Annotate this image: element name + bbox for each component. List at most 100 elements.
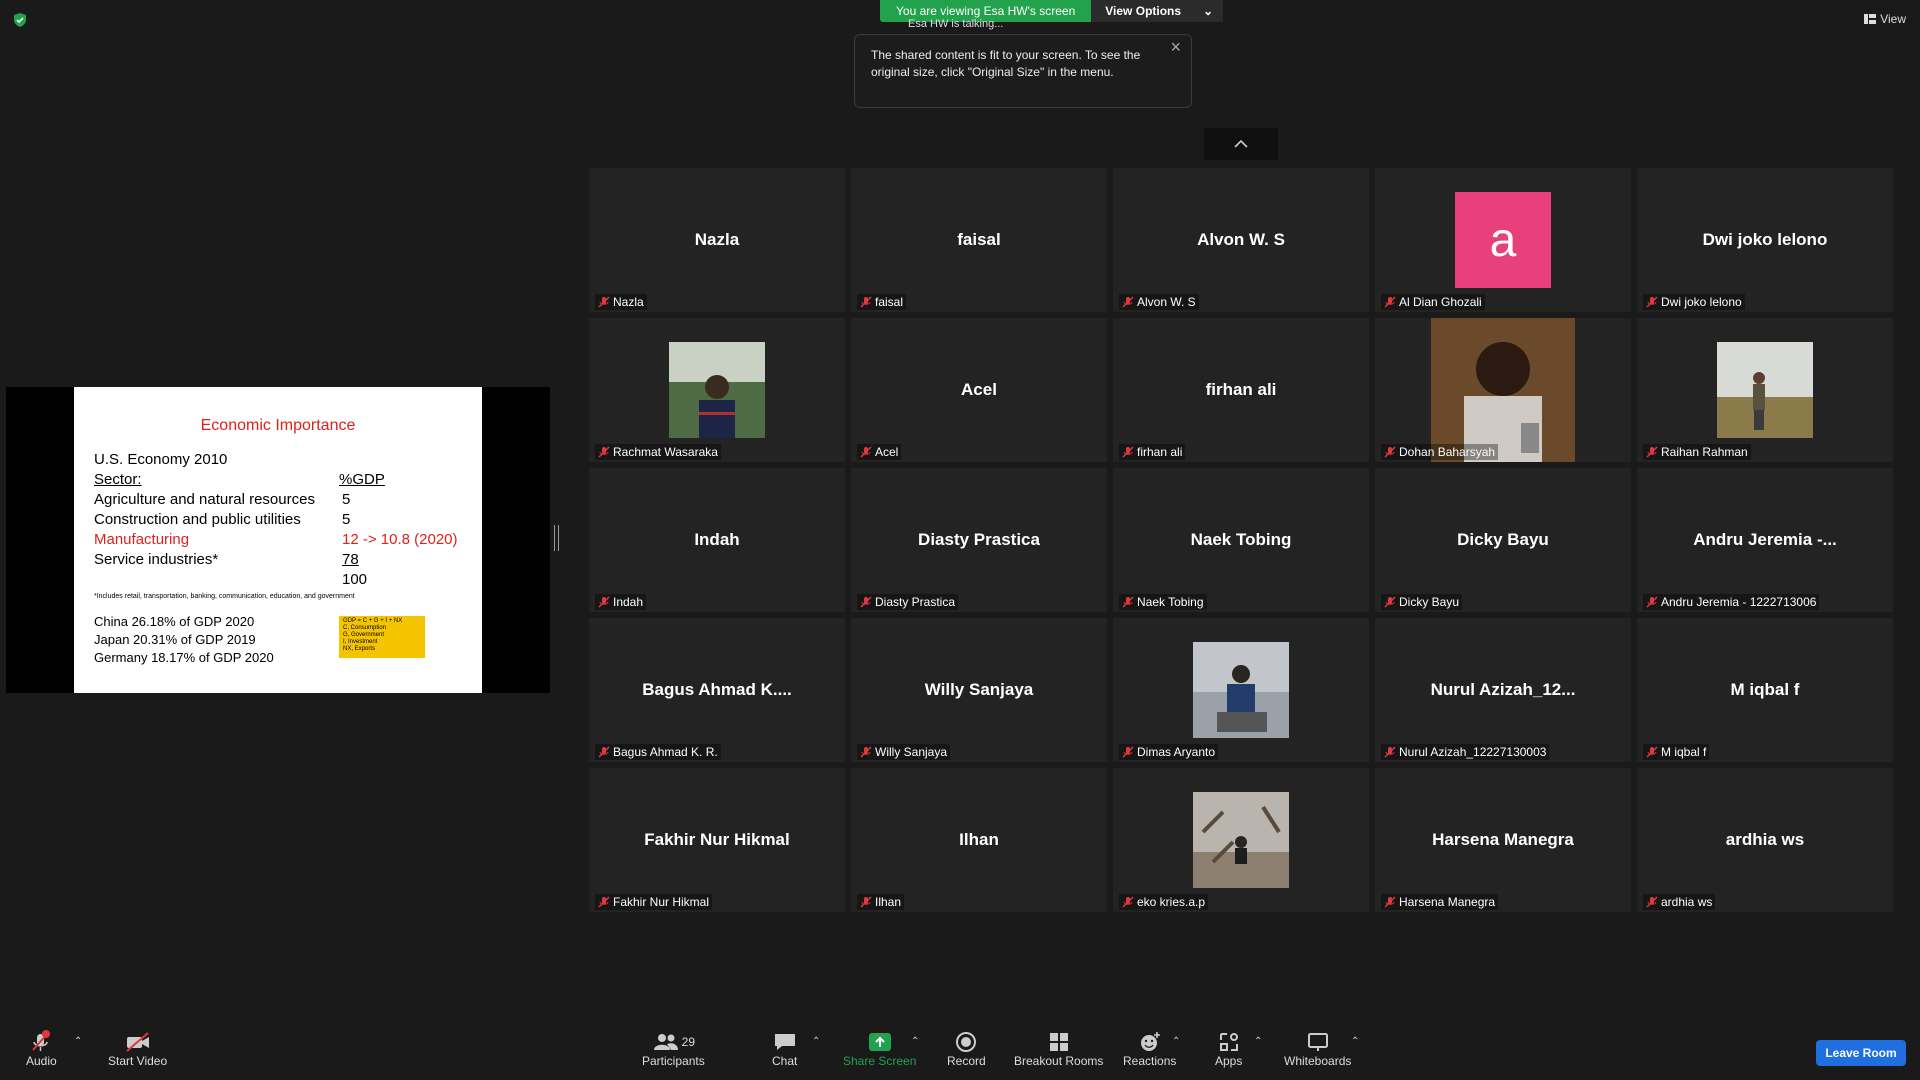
participant-tile[interactable]: Dicky Bayu Dicky Bayu — [1375, 468, 1631, 612]
audio-label: Audio — [26, 1054, 57, 1068]
participant-tile[interactable]: Ilhan Ilhan — [851, 768, 1107, 912]
audio-options-caret[interactable]: ⌃ — [74, 1036, 82, 1047]
participant-tile[interactable]: M iqbal f M iqbal f — [1637, 618, 1893, 762]
sector-value: 5 — [342, 511, 351, 528]
participant-name-tag: Willy Sanjaya — [857, 744, 951, 760]
participant-name: faisal — [875, 295, 904, 309]
participant-display-name: Fakhir Nur Hikmal — [644, 830, 790, 849]
chat-options-caret[interactable]: ⌃ — [812, 1036, 820, 1047]
chevron-up-icon — [1234, 139, 1248, 148]
mic-muted-icon — [1646, 896, 1658, 908]
reactions-button[interactable]: Reactions — [1123, 1030, 1176, 1068]
participant-tile[interactable]: Fakhir Nur Hikmal Fakhir Nur Hikmal — [589, 768, 845, 912]
mic-muted-icon — [598, 446, 610, 458]
whiteboards-options-caret[interactable]: ⌃ — [1351, 1036, 1359, 1047]
whiteboards-label: Whiteboards — [1284, 1054, 1352, 1068]
mic-muted-icon — [598, 746, 610, 758]
participant-tile[interactable]: firhan ali firhan ali — [1113, 318, 1369, 462]
apps-label: Apps — [1215, 1054, 1243, 1068]
participant-tile[interactable]: Dohan Baharsyah — [1375, 318, 1631, 462]
participant-display-name: Andru Jeremia -... — [1693, 530, 1837, 549]
sector-header: Sector: — [94, 471, 142, 488]
breakout-rooms-button[interactable]: Breakout Rooms — [1014, 1030, 1103, 1068]
participant-tile[interactable]: Willy Sanjaya Willy Sanjaya — [851, 618, 1107, 762]
participant-name-tag: Dimas Aryanto — [1119, 744, 1219, 760]
apps-icon — [1218, 1030, 1240, 1054]
collapse-thumbnails-button[interactable] — [1204, 128, 1278, 160]
start-video-button[interactable]: Start Video — [108, 1030, 167, 1068]
participant-tile[interactable]: faisal faisal — [851, 168, 1107, 312]
apps-button[interactable]: Apps — [1215, 1030, 1242, 1068]
share-options-caret[interactable]: ⌃ — [911, 1036, 919, 1047]
mic-muted-icon — [1122, 446, 1134, 458]
view-options-button[interactable]: View Options ⌄ — [1091, 0, 1224, 22]
sector-value: 78 — [342, 551, 359, 568]
participants-label: Participants — [642, 1054, 705, 1068]
sector-total: 100 — [342, 571, 368, 588]
sector-value: 5 — [342, 491, 351, 508]
participant-name: Nazla — [613, 295, 644, 309]
leave-room-button[interactable]: Leave Room — [1816, 1040, 1906, 1066]
resize-divider[interactable] — [554, 525, 559, 551]
participant-tile[interactable]: Naek Tobing Naek Tobing — [1113, 468, 1369, 612]
breakout-rooms-label: Breakout Rooms — [1014, 1054, 1104, 1068]
country-line: Germany 18.17% of GDP 2020 — [94, 650, 274, 665]
participants-icon: 29 — [652, 1030, 695, 1054]
participant-tile[interactable]: ardhia ws ardhia ws — [1637, 768, 1893, 912]
participant-display-name: M iqbal f — [1730, 680, 1800, 699]
mic-muted-icon — [1384, 896, 1396, 908]
mic-muted-icon — [1384, 296, 1396, 308]
view-button[interactable]: View — [1864, 12, 1906, 26]
participant-name-tag: Raihan Rahman — [1643, 444, 1751, 460]
participant-count: 29 — [681, 1035, 696, 1049]
sector-value: 12 -> 10.8 (2020) — [342, 531, 458, 548]
participant-tile[interactable]: Diasty Prastica Diasty Prastica — [851, 468, 1107, 612]
start-video-label: Start Video — [108, 1054, 168, 1068]
whiteboard-icon — [1307, 1030, 1329, 1054]
participant-display-name: Dwi joko lelono — [1702, 230, 1828, 249]
formula-line: GDP = C + G + I + NX — [343, 618, 403, 624]
reactions-options-caret[interactable]: ⌃ — [1172, 1036, 1180, 1047]
participant-tile[interactable]: Nurul Azizah_12... Nurul Azizah_122271300… — [1375, 618, 1631, 762]
share-screen-button[interactable]: Share Screen — [843, 1030, 916, 1068]
participant-name: Dwi joko lelono — [1661, 295, 1742, 309]
security-shield-icon[interactable] — [12, 12, 28, 28]
participant-name: Al Dian Ghozali — [1399, 295, 1482, 309]
mic-muted-icon — [1384, 446, 1396, 458]
mic-muted-icon — [860, 446, 872, 458]
participant-name: M iqbal f — [1661, 745, 1707, 759]
participant-name-tag: Al Dian Ghozali — [1381, 294, 1485, 310]
participant-tile[interactable]: Bagus Ahmad K.... Bagus Ahmad K. R. — [589, 618, 845, 762]
participant-tile[interactable]: a Al Dian Ghozali — [1375, 168, 1631, 312]
audio-button[interactable]: Audio — [26, 1030, 57, 1068]
gdp-header: %GDP — [339, 471, 385, 488]
shared-screen[interactable]: Economic Importance U.S. Economy 2010 Se… — [6, 387, 550, 693]
participant-name-tag: M iqbal f — [1643, 744, 1710, 760]
participant-name: Dohan Baharsyah — [1399, 445, 1496, 459]
whiteboards-button[interactable]: Whiteboards — [1284, 1030, 1351, 1068]
participant-tile[interactable]: Andru Jeremia -... Andru Jeremia - 122271… — [1637, 468, 1893, 612]
share-screen-icon — [868, 1030, 892, 1054]
mic-muted-icon — [1122, 596, 1134, 608]
participant-tile[interactable]: Rachmat Wasaraka — [589, 318, 845, 462]
mic-muted-icon — [860, 596, 872, 608]
participant-tile[interactable]: Alvon W. S Alvon W. S — [1113, 168, 1369, 312]
participant-tile[interactable]: Raihan Rahman — [1637, 318, 1893, 462]
participant-name: ardhia ws — [1661, 895, 1713, 909]
participant-tile[interactable]: Harsena Manegra Harsena Manegra — [1375, 768, 1631, 912]
participant-tile[interactable]: eko kries.a.p — [1113, 768, 1369, 912]
participant-tile[interactable]: Acel Acel — [851, 318, 1107, 462]
close-icon[interactable]: × — [1170, 38, 1181, 56]
participant-tile[interactable]: Nazla Nazla — [589, 168, 845, 312]
grid-view-icon — [1864, 14, 1877, 24]
chat-button[interactable]: Chat — [772, 1030, 797, 1068]
apps-options-caret[interactable]: ⌃ — [1254, 1036, 1262, 1047]
participant-tile[interactable]: Indah Indah — [589, 468, 845, 612]
record-button[interactable]: Record — [947, 1030, 986, 1068]
participant-tile[interactable]: Dimas Aryanto — [1113, 618, 1369, 762]
participant-tile[interactable]: Dwi joko lelono Dwi joko lelono — [1637, 168, 1893, 312]
video-off-icon — [124, 1030, 152, 1054]
participant-name: Dicky Bayu — [1399, 595, 1460, 609]
participant-display-name: Acel — [961, 380, 997, 399]
participants-button[interactable]: 29 Participants — [642, 1030, 705, 1068]
